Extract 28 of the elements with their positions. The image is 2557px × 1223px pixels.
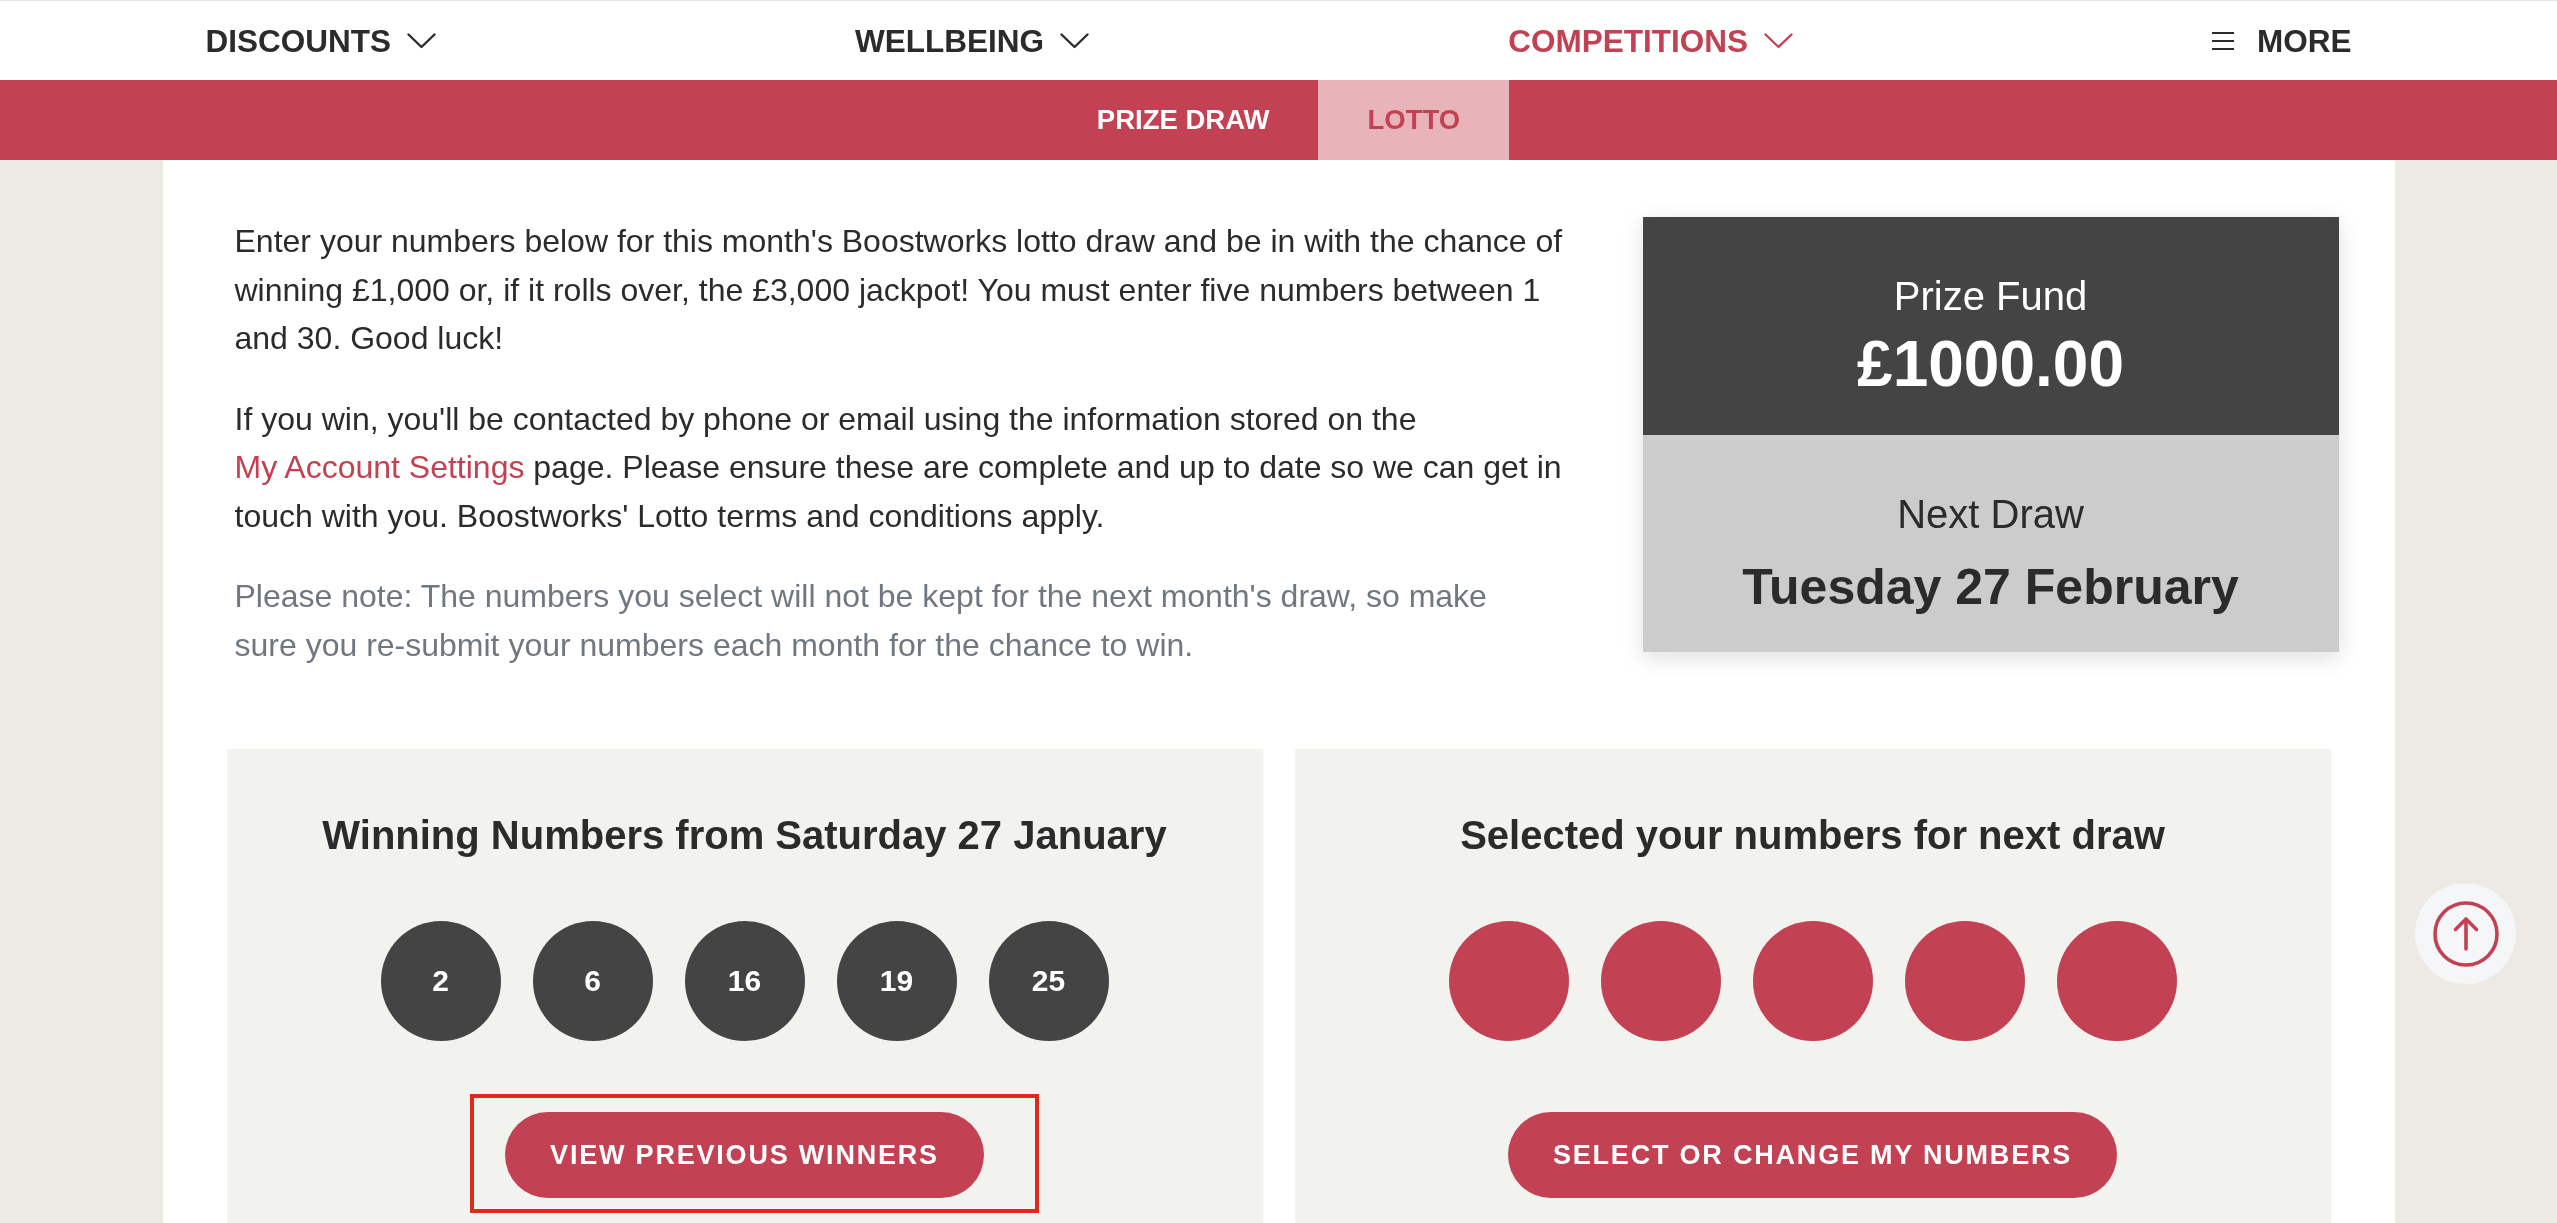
number-ball: 19	[836, 921, 957, 1041]
prize-fund-label: Prize Fund	[1893, 273, 2088, 320]
prize-amount: £1000.00	[1857, 327, 2124, 402]
chevron-down-icon	[1060, 32, 1090, 49]
next-draw-label: Next Draw	[1897, 491, 2084, 538]
subnav-tab[interactable]: PRIZE DRAW	[1047, 80, 1319, 160]
intro-paragraph: Enter your numbers below for this month's Boostworks lotto draw and be in with the chance of winning £1,000 or, if it rolls over, the £3,000 jackpot! You must enter five numbers between 1 and 30. Good luck!	[234, 222, 1564, 358]
intro-paragraph: If you win, you'll be contacted by phone or email using the information stored on the My Account Settings page. Please ensure these are complete and up to date so we can get in touch with you. Boostworks' Lotto terms and conditions apply.	[234, 399, 1563, 536]
chevron-down-icon	[1763, 32, 1793, 49]
menu-icon	[2211, 31, 2234, 50]
number-ball: 6	[532, 921, 653, 1041]
nav-menu-item[interactable]: COMPETITIONS	[1508, 20, 1793, 61]
number-ball: 25	[988, 921, 1109, 1041]
nav-menu-item[interactable]: WELLBEING	[855, 20, 1090, 61]
nav-menu-item[interactable]: DISCOUNTS	[205, 20, 436, 61]
panel-title: Winning Numbers from Saturday 27 January	[322, 812, 1167, 859]
text-link[interactable]: My Account Settings	[234, 449, 525, 485]
action-button[interactable]: SELECT OR CHANGE MY NUMBERS	[1507, 1112, 2118, 1198]
arrow-up-circle-icon	[2432, 900, 2499, 967]
number-ball: 16	[684, 921, 805, 1041]
panel-title: Selected your numbers for next draw	[1460, 812, 2165, 859]
number-ball: 2	[380, 921, 501, 1041]
next-draw-date: Tuesday 27 February	[1742, 558, 2239, 617]
subnav-tab[interactable]: LOTTO	[1318, 80, 1510, 160]
action-button[interactable]: VIEW PREVIOUS WINNERS	[505, 1112, 984, 1198]
chevron-down-icon	[407, 32, 436, 49]
more-menu-button[interactable]: MORE	[2211, 20, 2352, 61]
note-paragraph: Please note: The numbers you select will not be kept for the next month's draw, so make sure you re-submit your numbers each month for the chance to win.	[234, 577, 1488, 665]
